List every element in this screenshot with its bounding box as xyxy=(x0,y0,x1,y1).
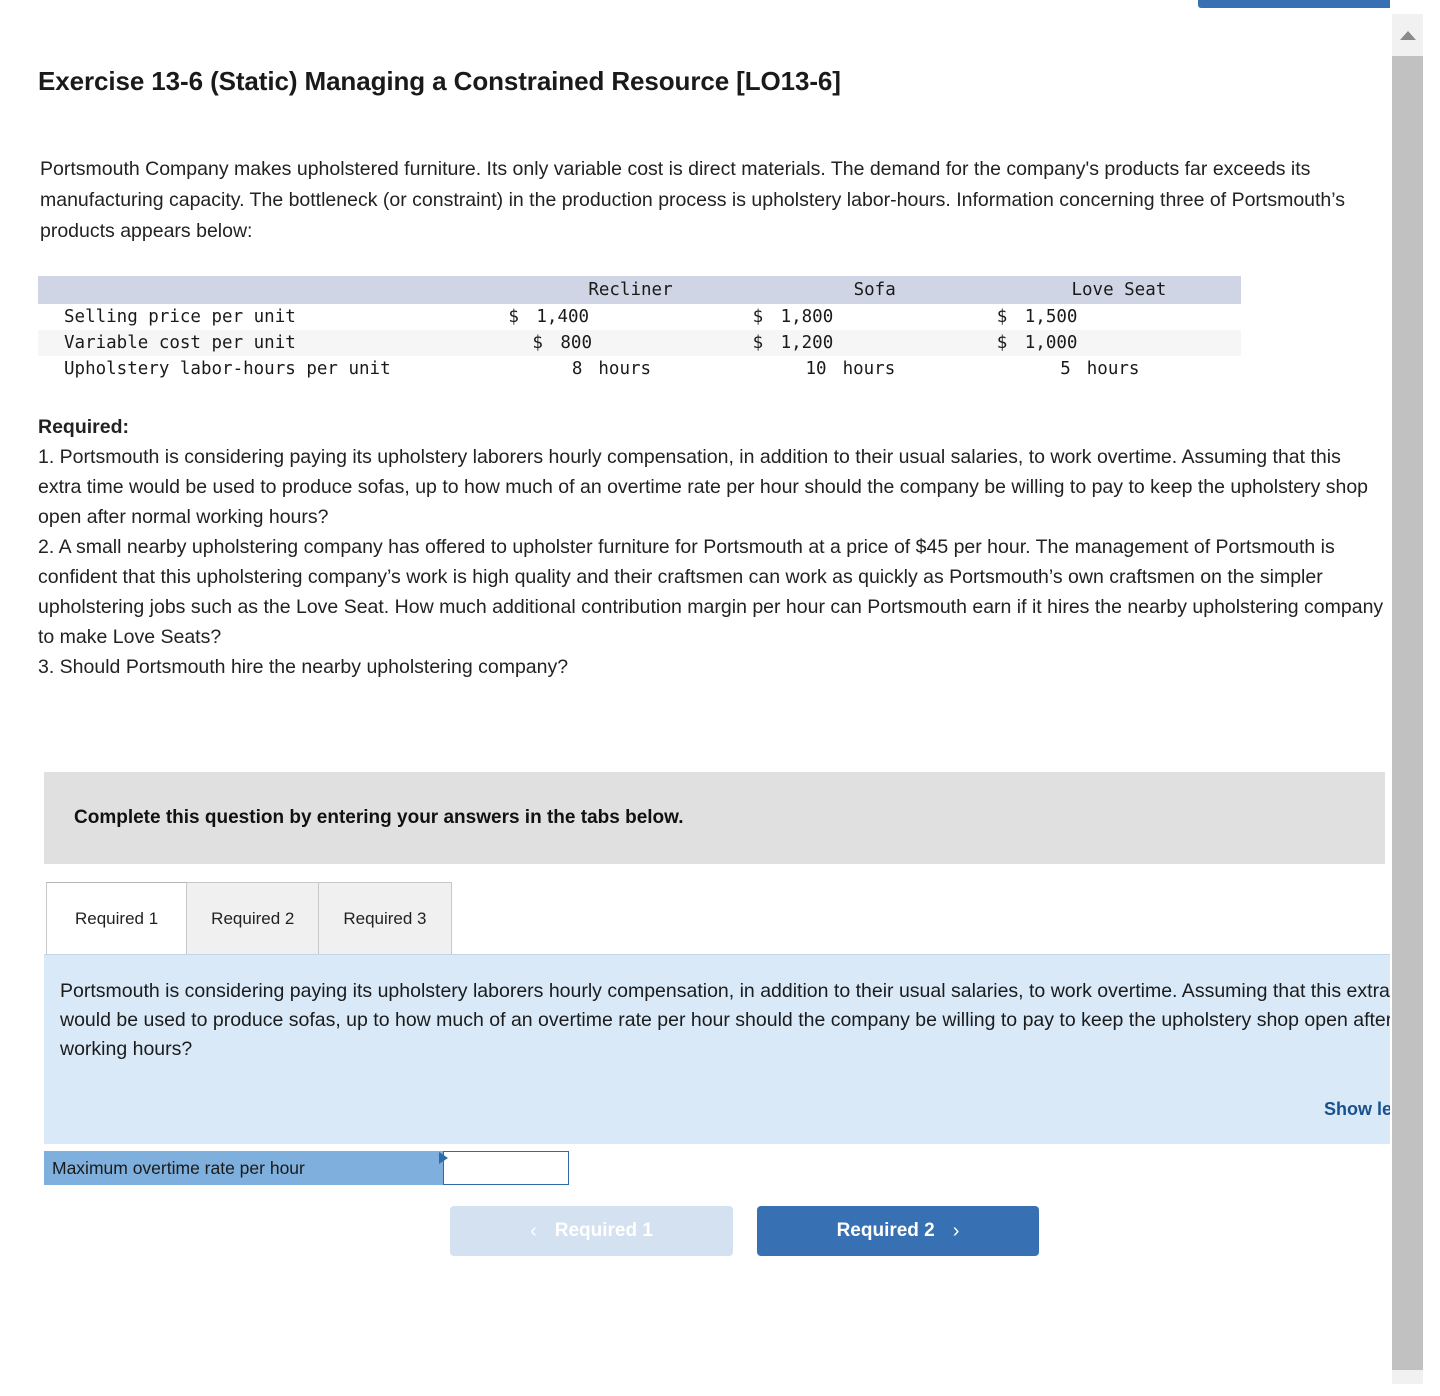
table-header-sofa: Sofa xyxy=(752,276,997,304)
question-panel-text: Portsmouth is considering paying its uph… xyxy=(60,980,1390,1060)
vertical-scrollbar[interactable] xyxy=(1390,0,1440,1396)
next-button-label: Required 2 xyxy=(836,1220,935,1241)
required-item-1: 1. Portsmouth is considering paying its … xyxy=(38,446,1369,528)
tab-required-2[interactable]: Required 2 xyxy=(186,882,320,954)
cell-selling-price-sofa: $1,800 xyxy=(752,304,997,330)
show-less-link[interactable]: Show less xyxy=(1324,1099,1390,1120)
chevron-right-icon: › xyxy=(952,1219,960,1242)
question-panel: Portsmouth is considering paying its uph… xyxy=(44,954,1390,1144)
maximum-overtime-rate-input[interactable] xyxy=(443,1151,569,1185)
chevron-up-icon xyxy=(1399,30,1416,40)
table-row: Selling price per unit $1,400 $1,800 $1,… xyxy=(38,304,1241,330)
table-header-blank xyxy=(38,276,509,304)
tab-required-1[interactable]: Required 1 xyxy=(46,882,188,954)
answer-row-label: Maximum overtime rate per hour xyxy=(44,1151,439,1185)
required-section: Required: 1. Portsmouth is considering p… xyxy=(38,412,1388,682)
instruction-banner: Complete this question by entering your … xyxy=(44,772,1385,864)
cell-hours-sofa: 10 hours xyxy=(752,356,997,382)
scroll-up-button[interactable] xyxy=(1392,14,1423,56)
required-item-3: 3. Should Portsmouth hire the nearby uph… xyxy=(38,656,569,678)
scrollbar-thumb[interactable] xyxy=(1392,56,1423,1370)
tab-required-3-label: Required 3 xyxy=(343,908,427,928)
tab-required-3[interactable]: Required 3 xyxy=(318,882,452,954)
cell-hours-recliner: 8 hours xyxy=(508,356,753,382)
table-header-love-seat: Love Seat xyxy=(996,276,1241,304)
top-partial-blue-button[interactable] xyxy=(1198,0,1390,8)
row-label-variable-cost: Variable cost per unit xyxy=(38,330,509,356)
instruction-text: Complete this question by entering your … xyxy=(74,807,684,828)
navigation-buttons: ‹ Required 1 Required 2 › xyxy=(450,1206,1039,1256)
triangle-marker-icon xyxy=(439,1152,448,1164)
cell-variable-cost-love-seat: $1,000 xyxy=(996,330,1241,356)
cell-selling-price-recliner: $1,400 xyxy=(508,304,753,330)
required-item-2: 2. A small nearby upholstering company h… xyxy=(38,536,1384,648)
chevron-left-icon: ‹ xyxy=(530,1219,537,1242)
intro-paragraph: Portsmouth Company makes upholstered fur… xyxy=(40,158,1346,242)
page-viewport: Exercise 13-6 (Static) Managing a Constr… xyxy=(0,0,1390,1396)
page-title: Exercise 13-6 (Static) Managing a Constr… xyxy=(38,66,841,96)
cell-variable-cost-recliner: $800 xyxy=(508,330,753,356)
tab-required-1-label: Required 1 xyxy=(75,908,159,928)
next-required-2-button[interactable]: Required 2 › xyxy=(757,1206,1039,1256)
tab-strip: Required 1 Required 2 Required 3 xyxy=(46,882,452,954)
row-label-selling-price: Selling price per unit xyxy=(38,304,509,330)
table-row: Variable cost per unit $800 $1,200 $1,00… xyxy=(38,330,1241,356)
prev-button-label: Required 1 xyxy=(554,1220,653,1241)
product-data-table: Recliner Sofa Love Seat Selling price pe… xyxy=(38,276,1241,382)
row-label-upholstery-hours: Upholstery labor-hours per unit xyxy=(38,356,509,382)
cell-hours-love-seat: 5 hours xyxy=(996,356,1241,382)
cell-selling-price-love-seat: $1,500 xyxy=(996,304,1241,330)
answer-row: Maximum overtime rate per hour xyxy=(44,1151,569,1185)
table-header-recliner: Recliner xyxy=(508,276,753,304)
answer-input-wrapper xyxy=(439,1151,569,1185)
table-row: Upholstery labor-hours per unit 8 hours 1… xyxy=(38,356,1241,382)
cell-variable-cost-sofa: $1,200 xyxy=(752,330,997,356)
prev-required-1-button[interactable]: ‹ Required 1 xyxy=(450,1206,733,1256)
tab-required-2-label: Required 2 xyxy=(211,908,295,928)
required-heading: Required: xyxy=(38,416,130,438)
table-header-row: Recliner Sofa Love Seat xyxy=(38,276,1241,304)
